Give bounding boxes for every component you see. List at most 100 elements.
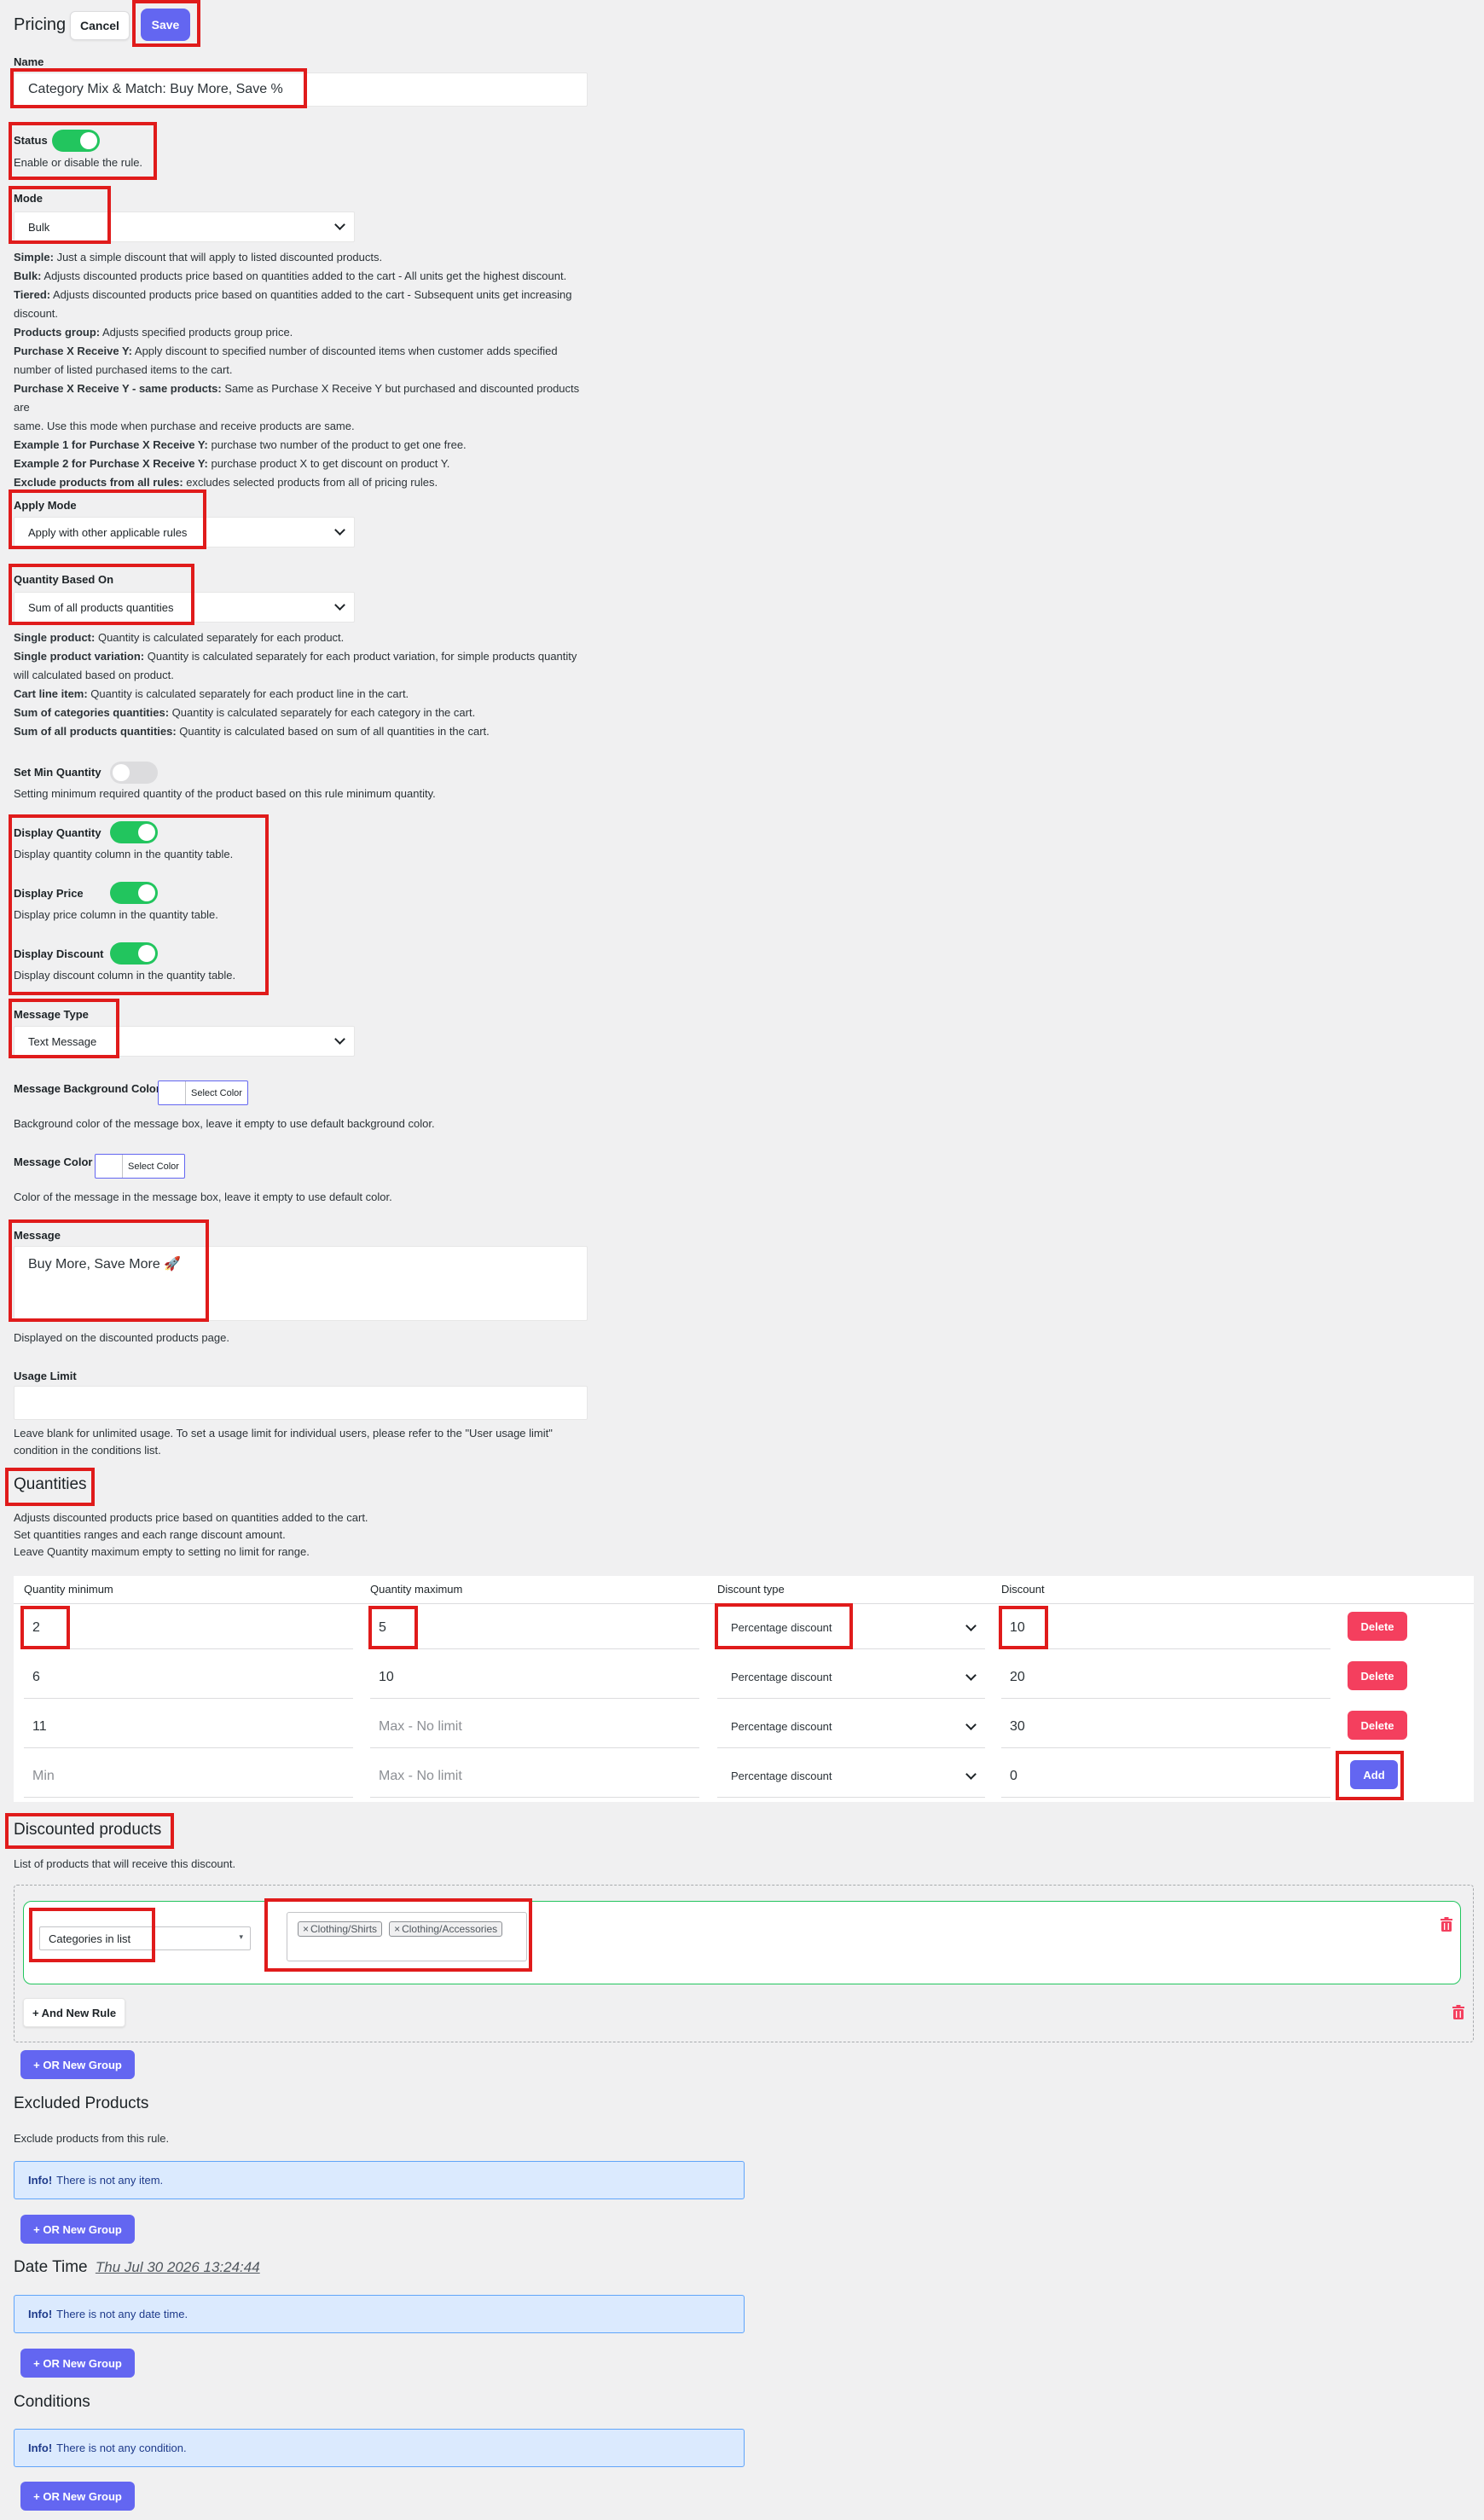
column-header: Quantity maximum <box>370 1583 463 1596</box>
delete-row-button[interactable]: Delete <box>1348 1612 1407 1641</box>
min-quantity-toggle[interactable] <box>110 762 158 784</box>
message-bg-color-label: Message Background Color <box>14 1082 160 1095</box>
quantity-based-on-label: Quantity Based On <box>14 573 114 586</box>
rule-type-select[interactable]: Categories in list ▾ <box>39 1926 251 1950</box>
quantities-title: Quantities <box>14 1475 87 1493</box>
min-quantity-help: Setting minimum required quantity of the… <box>14 787 436 800</box>
discount-input[interactable]: 20 <box>1001 1656 1330 1699</box>
page-title: Pricing <box>14 15 67 34</box>
usage-limit-help-2: condition in the conditions list. <box>14 1444 161 1457</box>
excluded-products-title: Excluded Products <box>14 2094 149 2112</box>
save-button[interactable]: Save <box>141 9 190 41</box>
chevron-down-icon <box>965 1768 977 1780</box>
quantity-min-input[interactable]: Min <box>24 1755 353 1798</box>
display-discount-toggle[interactable] <box>110 942 158 965</box>
usage-limit-input[interactable] <box>14 1386 588 1420</box>
chevron-down-icon <box>965 1718 977 1730</box>
quantities-table: Quantity minimum Quantity maximum Discou… <box>14 1576 1474 1802</box>
excluded-products-help: Exclude products from this rule. <box>14 2132 170 2145</box>
excluded-info-box: Info! There is not any item. <box>14 2161 745 2199</box>
display-discount-label: Display Discount <box>14 947 104 960</box>
quantity-min-input[interactable]: 11 <box>24 1706 353 1748</box>
quantity-based-on-help: Single product: Quantity is calculated s… <box>14 631 577 738</box>
discount-type-select[interactable]: Percentage discount <box>717 1656 985 1699</box>
display-discount-help: Display discount column in the quantity … <box>14 969 236 982</box>
chevron-down-icon <box>334 600 345 611</box>
name-label: Name <box>14 55 44 68</box>
discount-input[interactable]: 0 <box>1001 1755 1330 1798</box>
color-swatch <box>96 1155 123 1178</box>
message-label: Message <box>14 1229 61 1242</box>
discount-type-select[interactable]: Percentage discount <box>717 1607 985 1649</box>
display-quantity-help: Display quantity column in the quantity … <box>14 848 234 860</box>
mode-selected: Bulk <box>28 220 50 234</box>
quantity-min-input[interactable]: 6 <box>24 1656 353 1699</box>
chevron-down-icon <box>334 524 345 536</box>
discount-type-select[interactable]: Percentage discount <box>717 1755 985 1798</box>
or-new-group-button[interactable]: + OR New Group <box>20 2482 135 2511</box>
category-tag[interactable]: × Clothing/Shirts <box>298 1921 383 1937</box>
select-color-label: Select Color <box>191 1087 242 1098</box>
apply-mode-select[interactable]: Apply with other applicable rules <box>14 517 355 547</box>
or-new-group-button[interactable]: + OR New Group <box>20 2215 135 2244</box>
discounted-products-group: Categories in list ▾ × Clothing/Shirts × … <box>14 1885 1474 2042</box>
trash-icon[interactable] <box>1452 2005 1465 2020</box>
delete-row-button[interactable]: Delete <box>1348 1661 1407 1690</box>
quantity-min-input[interactable]: 2 <box>24 1607 353 1649</box>
usage-limit-label: Usage Limit <box>14 1370 77 1382</box>
quantity-max-input[interactable]: Max - No limit <box>370 1755 699 1798</box>
discount-input[interactable]: 10 <box>1001 1607 1330 1649</box>
conditions-info-box: Info! There is not any condition. <box>14 2429 745 2467</box>
name-input[interactable]: Category Mix & Match: Buy More, Save % <box>14 72 588 107</box>
or-new-group-button[interactable]: + OR New Group <box>20 2050 135 2079</box>
display-price-label: Display Price <box>14 887 84 900</box>
display-price-help: Display price column in the quantity tab… <box>14 908 218 921</box>
conditions-title: Conditions <box>14 2393 90 2411</box>
chevron-down-icon <box>965 1619 977 1631</box>
quantity-max-input[interactable]: 10 <box>370 1656 699 1699</box>
mode-help: Simple: Just a simple discount that will… <box>14 251 580 489</box>
or-new-group-button[interactable]: + OR New Group <box>20 2349 135 2378</box>
discount-type-select[interactable]: Percentage discount <box>717 1706 985 1748</box>
message-textarea[interactable]: Buy More, Save More 🚀 <box>14 1246 588 1321</box>
message-color-label: Message Color <box>14 1156 93 1168</box>
status-help: Enable or disable the rule. <box>14 156 143 169</box>
chevron-down-icon <box>334 219 345 230</box>
message-bg-color-help: Background color of the message box, lea… <box>14 1117 435 1130</box>
discount-input[interactable]: 30 <box>1001 1706 1330 1748</box>
add-row-button[interactable]: Add <box>1350 1760 1398 1789</box>
column-header: Discount <box>1001 1583 1045 1596</box>
display-price-toggle[interactable] <box>110 882 158 904</box>
apply-mode-selected: Apply with other applicable rules <box>28 525 188 539</box>
message-type-select[interactable]: Text Message <box>14 1026 355 1057</box>
display-quantity-toggle[interactable] <box>110 821 158 843</box>
display-quantity-label: Display Quantity <box>14 826 101 839</box>
quantity-max-input[interactable]: 5 <box>370 1607 699 1649</box>
cancel-button[interactable]: Cancel <box>70 11 130 40</box>
and-new-rule-button[interactable]: + And New Rule <box>23 1998 125 2027</box>
category-tag[interactable]: × Clothing/Accessories <box>389 1921 503 1937</box>
category-tags-input[interactable]: × Clothing/Shirts × Clothing/Accessories <box>287 1912 527 1961</box>
min-quantity-label: Set Min Quantity <box>14 766 101 779</box>
caret-down-icon: ▾ <box>239 1932 243 1941</box>
column-header: Quantity minimum <box>24 1583 113 1596</box>
status-toggle[interactable] <box>52 130 100 152</box>
message-help: Displayed on the discounted products pag… <box>14 1331 229 1344</box>
delete-row-button[interactable]: Delete <box>1348 1711 1407 1740</box>
quantity-max-input[interactable]: Max - No limit <box>370 1706 699 1748</box>
rule-row: Categories in list ▾ × Clothing/Shirts × … <box>23 1901 1461 1984</box>
message-bg-color-button[interactable]: Select Color <box>158 1080 248 1105</box>
mode-select[interactable]: Bulk <box>14 211 355 242</box>
chevron-down-icon <box>334 1034 345 1045</box>
message-color-help: Color of the message in the message box,… <box>14 1190 392 1203</box>
date-time-value: Thu Jul 30 2026 13:24:44 <box>95 2259 260 2275</box>
status-label: Status <box>14 134 48 147</box>
usage-limit-help-1: Leave blank for unlimited usage. To set … <box>14 1427 553 1440</box>
message-type-selected: Text Message <box>28 1034 97 1048</box>
date-time-info-box: Info! There is not any date time. <box>14 2295 745 2333</box>
quantity-based-on-select[interactable]: Sum of all products quantities <box>14 592 355 623</box>
message-color-button[interactable]: Select Color <box>95 1154 185 1179</box>
column-header: Discount type <box>717 1583 785 1596</box>
chevron-down-icon <box>965 1669 977 1681</box>
trash-icon[interactable] <box>1440 1917 1453 1932</box>
